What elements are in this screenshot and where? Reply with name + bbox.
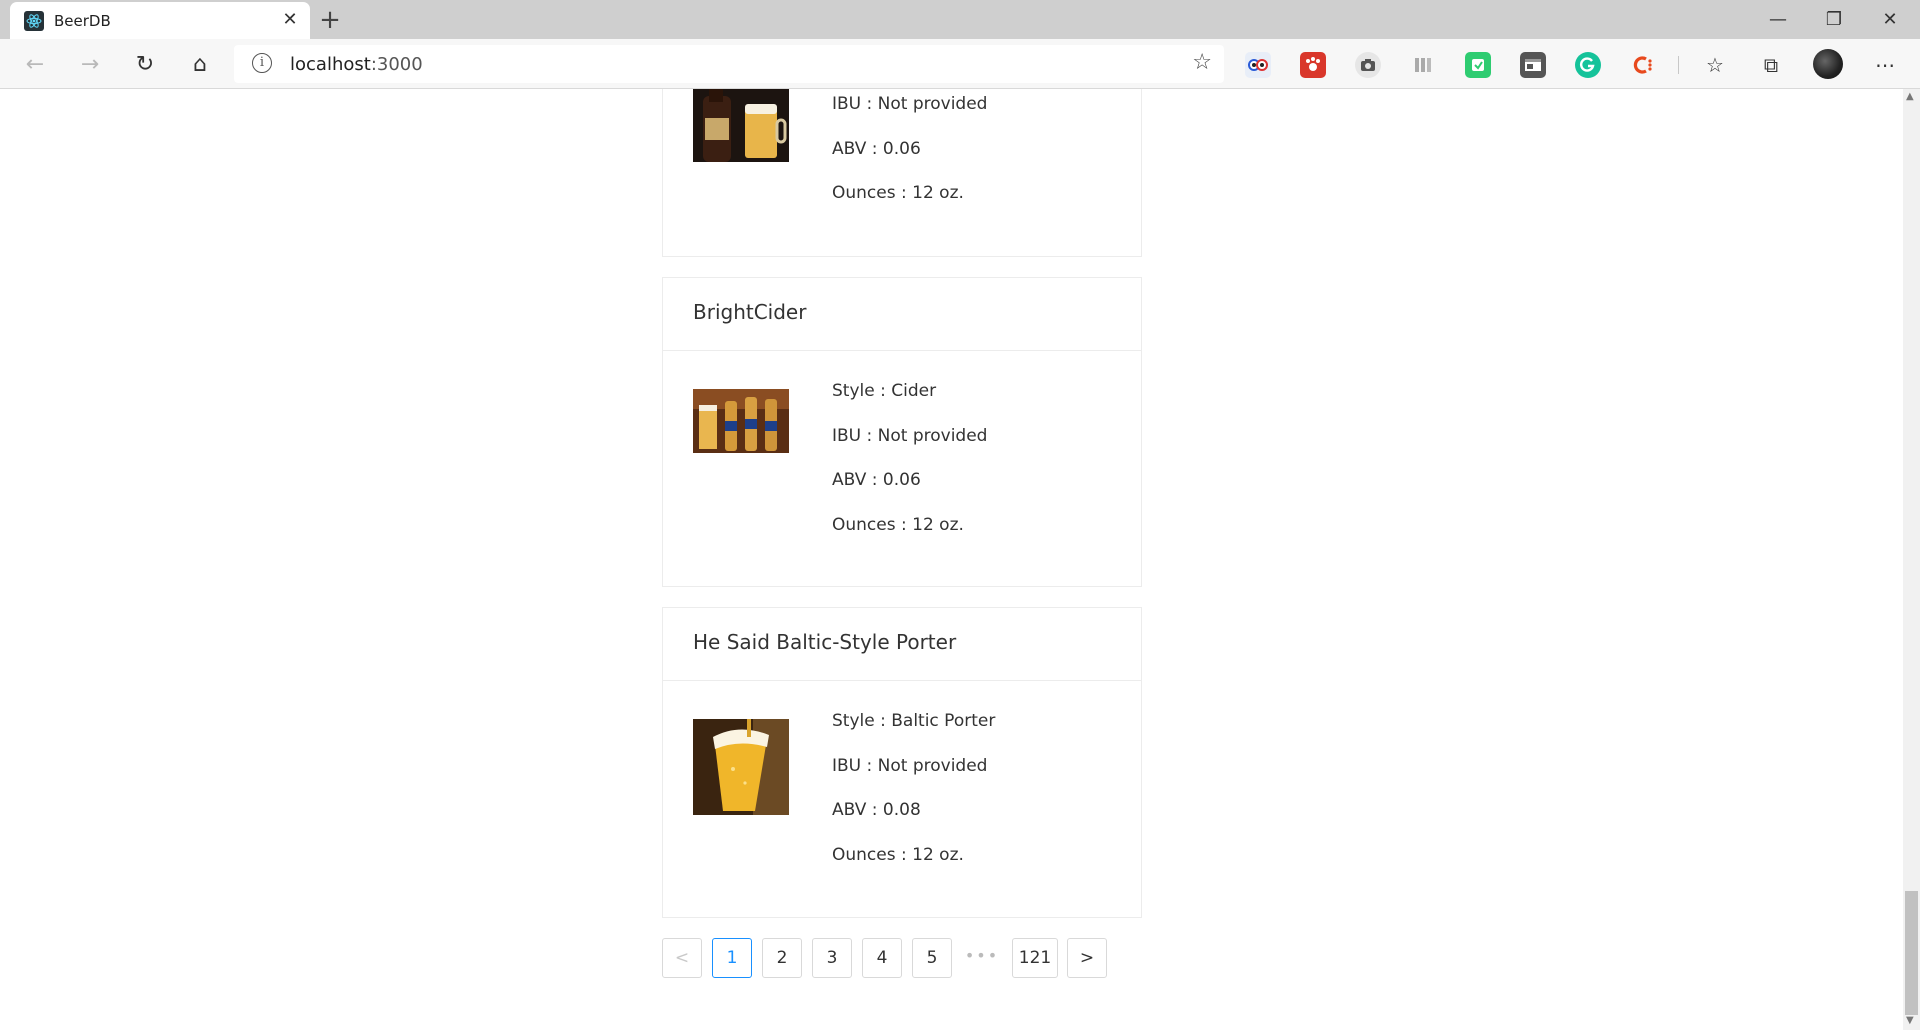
beer-abv: ABV : 0.06	[832, 470, 921, 490]
page-4-button[interactable]: 4	[862, 938, 902, 978]
home-icon[interactable]: ⌂	[185, 50, 215, 80]
scroll-down-arrow-icon[interactable]: ▼	[1906, 1015, 1914, 1026]
react-favicon-icon	[24, 11, 44, 31]
tab-title: BeerDB	[54, 12, 111, 30]
scroll-up-arrow-icon[interactable]: ▲	[1906, 91, 1914, 102]
page-3-button[interactable]: 3	[812, 938, 852, 978]
extension-window-icon[interactable]	[1520, 52, 1546, 78]
scrollbar-thumb[interactable]	[1905, 891, 1918, 1015]
beer-style: Style : Cider	[832, 381, 937, 401]
next-page-button[interactable]: >	[1067, 938, 1107, 978]
beer-style: Style : Baltic Porter	[832, 711, 996, 731]
jump-next-ellipsis[interactable]: •••	[962, 938, 1002, 978]
tab-close-icon[interactable]: ✕	[280, 10, 300, 30]
address-bar[interactable]: i localhost:3000 ☆	[234, 45, 1224, 83]
window-close-icon[interactable]: ✕	[1862, 0, 1918, 39]
restore-icon[interactable]: ❐	[1806, 0, 1862, 39]
profile-avatar[interactable]	[1813, 49, 1843, 79]
prev-page-button[interactable]: <	[662, 938, 702, 978]
beer-ounces: Ounces : 12 oz.	[832, 183, 964, 203]
minimize-icon[interactable]: —	[1750, 0, 1806, 39]
beer-name: BrightCider	[663, 278, 1141, 351]
browser-tab[interactable]: BeerDB ✕	[10, 2, 310, 39]
beer-ibu: IBU : Not provided	[832, 94, 988, 114]
page-121-button[interactable]: 121	[1012, 938, 1058, 978]
beer-card: He Said Baltic-Style Porter Style : Balt…	[662, 607, 1142, 918]
refresh-icon[interactable]: ↻	[130, 50, 160, 80]
beer-image	[693, 719, 789, 815]
extension-green-icon[interactable]	[1465, 52, 1491, 78]
beer-ibu: IBU : Not provided	[832, 756, 988, 776]
forward-icon[interactable]: →	[75, 50, 105, 80]
beer-card: IBU : Not provided ABV : 0.06 Ounces : 1…	[662, 89, 1142, 257]
beer-abv: ABV : 0.08	[832, 800, 921, 820]
beer-name: He Said Baltic-Style Porter	[663, 608, 1141, 681]
extension-paw-icon[interactable]	[1300, 52, 1326, 78]
address-url[interactable]: localhost:3000	[290, 54, 423, 75]
tab-strip: BeerDB ✕ + — ❐ ✕	[0, 0, 1920, 39]
beer-abv: ABV : 0.06	[832, 139, 921, 159]
extension-reader-icon[interactable]	[1410, 52, 1436, 78]
site-info-icon[interactable]: i	[252, 53, 272, 73]
beer-card: BrightCider Style : Cider IBU : Not prov…	[662, 277, 1142, 587]
extension-camera-icon[interactable]	[1355, 52, 1381, 78]
more-menu-icon[interactable]: ⋯	[1870, 50, 1900, 80]
grammarly-icon[interactable]	[1575, 52, 1601, 78]
back-icon[interactable]: ←	[20, 50, 50, 80]
beer-image	[693, 389, 789, 453]
page-viewport: IBU : Not provided ABV : 0.06 Ounces : 1…	[0, 89, 1903, 1030]
browser-toolbar: ← → ↻ ⌂ i localhost:3000 ☆ ☆ ⧉ ⋯	[0, 39, 1920, 89]
extension-c-icon[interactable]	[1630, 52, 1656, 78]
favorites-icon[interactable]: ☆	[1700, 50, 1730, 80]
toolbar-divider	[1678, 56, 1679, 74]
favorite-star-icon[interactable]: ☆	[1192, 50, 1212, 75]
extension-eyes-icon[interactable]	[1245, 52, 1271, 78]
new-tab-icon[interactable]: +	[316, 6, 344, 34]
beer-ounces: Ounces : 12 oz.	[832, 515, 964, 535]
page-5-button[interactable]: 5	[912, 938, 952, 978]
beer-ounces: Ounces : 12 oz.	[832, 845, 964, 865]
page-2-button[interactable]: 2	[762, 938, 802, 978]
beer-ibu: IBU : Not provided	[832, 426, 988, 446]
collections-icon[interactable]: ⧉	[1756, 50, 1786, 80]
page-1-button[interactable]: 1	[712, 938, 752, 978]
page-scrollbar[interactable]: ▲ ▼	[1903, 89, 1920, 1030]
beer-image	[693, 89, 789, 162]
